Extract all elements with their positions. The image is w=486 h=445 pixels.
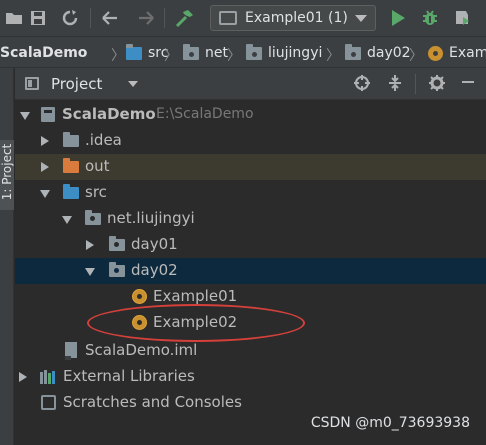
- main-toolbar: Example01 (1): [0, 0, 486, 36]
- package-icon: [345, 43, 361, 60]
- excluded-folder-icon: [63, 158, 79, 173]
- expand-arrow-icon[interactable]: [20, 112, 30, 120]
- breadcrumb-liujingyi[interactable]: liujingyi: [246, 43, 322, 63]
- expand-arrow-icon[interactable]: [85, 268, 95, 276]
- module-path: E:\ScalaDemo: [156, 106, 254, 122]
- package-icon: [109, 262, 125, 277]
- coverage-icon[interactable]: [452, 8, 472, 28]
- run-config-icon: [219, 11, 237, 25]
- tree-item-label: ScalaDemo: [62, 105, 156, 123]
- tree-item-label: .idea: [85, 131, 122, 149]
- minimize-icon[interactable]: [458, 74, 478, 94]
- tree-item-label: out: [85, 157, 110, 175]
- tree-item-iml[interactable]: ScalaDemo.iml: [15, 338, 486, 364]
- expand-arrow-icon[interactable]: [62, 216, 72, 224]
- watermark: CSDN @m0_73693938: [310, 415, 470, 431]
- tree-item-label: Scratches and Consoles: [63, 393, 242, 411]
- back-icon[interactable]: [100, 8, 120, 28]
- collapse-all-icon[interactable]: [385, 74, 405, 94]
- run-icon[interactable]: [388, 8, 408, 28]
- expand-arrow-icon[interactable]: [40, 190, 50, 198]
- source-folder-icon: [63, 184, 79, 199]
- tree-item-day01[interactable]: day01: [15, 232, 486, 258]
- tree-item-scratches[interactable]: Scratches and Consoles: [15, 390, 486, 416]
- scala-object-icon: [132, 289, 147, 304]
- tree-item-label: Example01: [153, 287, 238, 305]
- chevron-right-icon: 〉: [111, 48, 125, 64]
- save-icon[interactable]: [28, 8, 48, 28]
- iml-file-icon: [65, 342, 77, 360]
- library-icon: [40, 370, 56, 384]
- module-folder-icon: [41, 107, 55, 122]
- project-tool-window-label: 1: Project: [0, 143, 14, 201]
- project-panel-header: Project: [15, 68, 486, 100]
- breadcrumb: ScalaDemo 〉 src 〉 net 〉 liujingyi 〉 day0…: [0, 36, 486, 68]
- locate-icon[interactable]: [352, 74, 372, 94]
- collapse-arrow-icon[interactable]: [19, 372, 27, 382]
- tree-item-external-libraries[interactable]: External Libraries: [15, 364, 486, 390]
- tree-item-label: day02: [131, 261, 178, 279]
- folder-icon: [63, 132, 79, 147]
- tree-item-idea[interactable]: .idea: [15, 128, 486, 154]
- tree-item-label: External Libraries: [63, 367, 195, 385]
- collapse-arrow-icon[interactable]: [41, 162, 49, 172]
- breadcrumb-label: liujingyi: [268, 45, 323, 61]
- forward-icon[interactable]: [136, 8, 156, 28]
- package-icon: [246, 43, 262, 60]
- tree-item-label: day01: [131, 235, 178, 253]
- breadcrumb-project[interactable]: ScalaDemo: [0, 43, 87, 63]
- collapse-arrow-icon[interactable]: [41, 136, 49, 146]
- project-view-icon: [25, 77, 39, 90]
- breadcrumb-label: ScalaDemo: [0, 45, 88, 61]
- tree-item-day02[interactable]: day02: [15, 258, 486, 284]
- chevron-right-icon: 〉: [227, 48, 241, 64]
- tree-item-label: net.liujingyi: [107, 209, 195, 227]
- build-icon[interactable]: [174, 8, 194, 28]
- panel-title[interactable]: Project: [51, 75, 102, 93]
- tree-item-src[interactable]: src: [15, 180, 486, 206]
- breadcrumb-net[interactable]: net: [183, 43, 228, 63]
- chevron-down-icon: [355, 15, 367, 22]
- scratches-icon: [41, 395, 56, 410]
- package-icon: [183, 43, 199, 60]
- breadcrumb-day02[interactable]: day02: [345, 43, 411, 63]
- breadcrumb-src[interactable]: src: [126, 43, 168, 63]
- tree-item-scalademo[interactable]: ScalaDemo E:\ScalaDemo: [15, 102, 486, 128]
- scala-object-icon: [428, 45, 443, 61]
- left-tool-strip: 1: Project: [0, 68, 14, 445]
- gear-icon[interactable]: [427, 74, 447, 94]
- source-folder-icon: [126, 43, 142, 60]
- tree-item-label: src: [85, 183, 107, 201]
- breadcrumb-label: day02: [367, 45, 411, 61]
- tree-item-package[interactable]: net.liujingyi: [15, 206, 486, 232]
- chevron-right-icon: 〉: [164, 48, 178, 64]
- breadcrumb-example[interactable]: Examp: [428, 43, 486, 63]
- collapse-arrow-icon[interactable]: [86, 240, 94, 250]
- chevron-right-icon: 〉: [326, 48, 340, 64]
- chevron-down-icon[interactable]: [128, 81, 138, 87]
- chevron-right-icon: 〉: [409, 48, 423, 64]
- breadcrumb-label: Examp: [449, 45, 486, 61]
- debug-icon[interactable]: [420, 8, 440, 28]
- tree-item-label: ScalaDemo.iml: [85, 341, 198, 359]
- run-config-label: Example01 (1): [245, 10, 348, 26]
- refresh-icon[interactable]: [60, 8, 80, 28]
- package-icon: [109, 236, 125, 251]
- project-tree: ScalaDemo E:\ScalaDemo .idea out src net…: [15, 100, 486, 445]
- breadcrumb-label: net: [205, 45, 228, 61]
- tree-item-out[interactable]: out: [15, 154, 486, 180]
- open-folder-icon[interactable]: [4, 8, 24, 28]
- package-icon: [85, 210, 101, 225]
- annotation-ellipse: [87, 304, 305, 342]
- run-configuration-selector[interactable]: Example01 (1): [210, 5, 376, 31]
